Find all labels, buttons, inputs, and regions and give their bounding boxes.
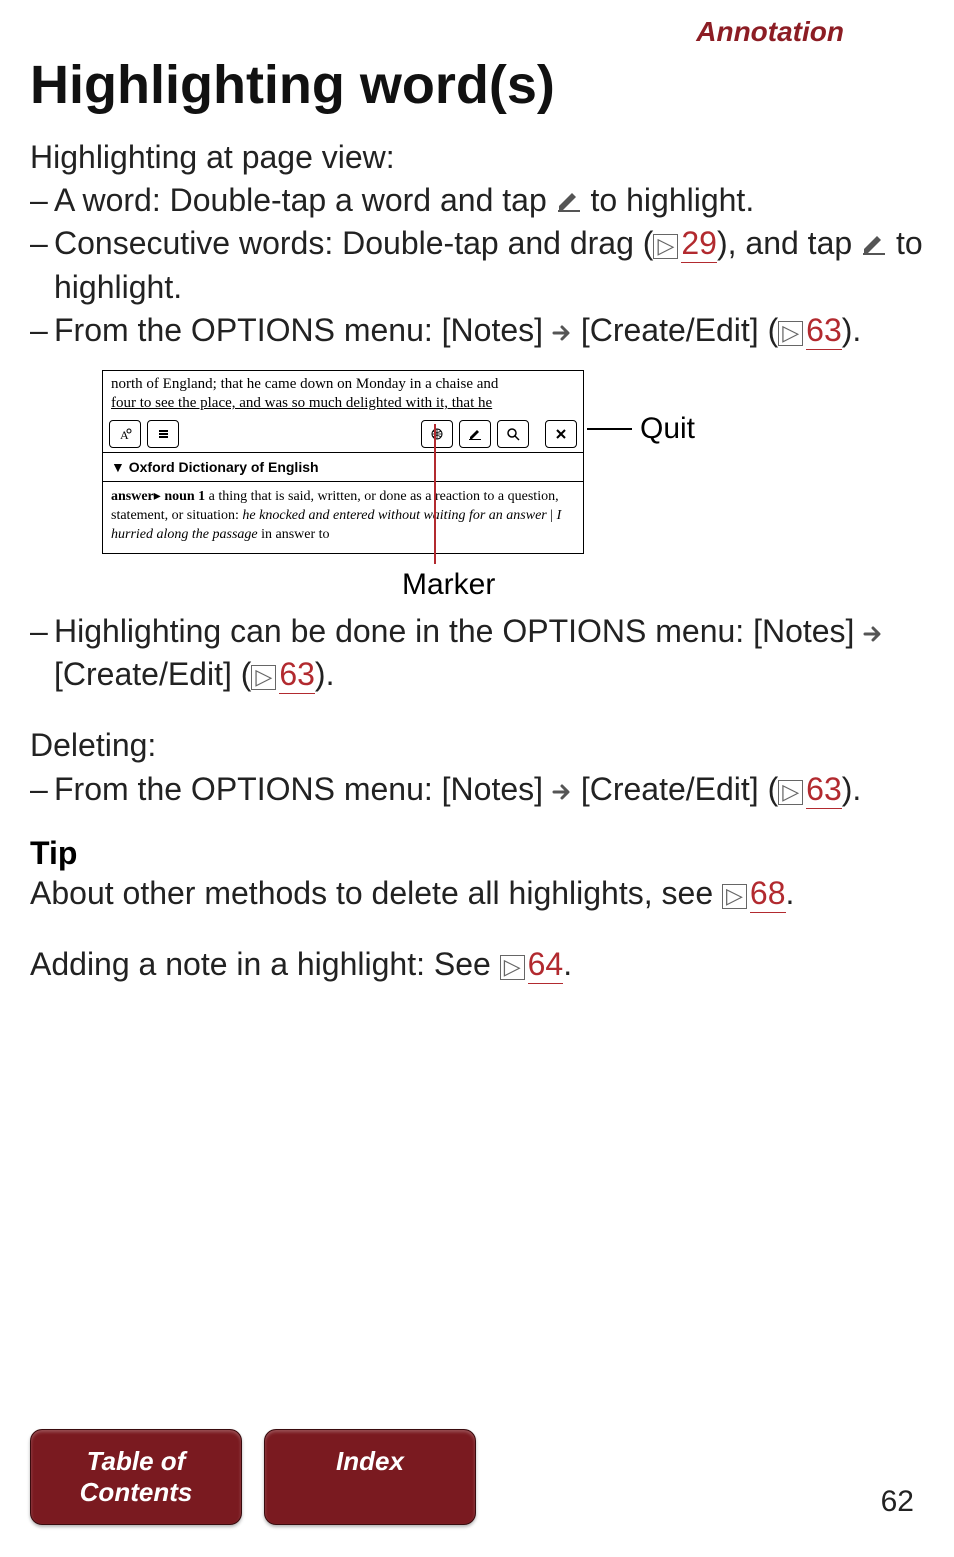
arrow-right-icon (863, 625, 883, 643)
callout-line (587, 428, 632, 430)
page-link-64[interactable]: 64 (528, 946, 564, 984)
dash: – (30, 768, 54, 811)
text: [Create/Edit] ( (581, 771, 778, 807)
marker-icon (861, 232, 887, 256)
marker-icon (556, 189, 582, 213)
index-button[interactable]: Index (264, 1429, 476, 1525)
toc-button[interactable]: Table of Contents (30, 1429, 242, 1525)
page-link-29[interactable]: 29 (681, 225, 717, 263)
text: ). (842, 312, 862, 348)
dash: – (30, 222, 54, 308)
bullet-consecutive: – Consecutive words: Double-tap and drag… (30, 222, 924, 308)
arrow-right-icon (552, 783, 572, 801)
text: About other methods to delete all highli… (30, 875, 722, 911)
def-tail: in answer to (258, 527, 330, 542)
bullet-delete-options: – From the OPTIONS menu: [Notes] [Create… (30, 768, 924, 811)
list-icon[interactable] (147, 420, 179, 448)
close-icon[interactable] (545, 420, 577, 448)
text: Highlighting can be done in the OPTIONS … (54, 613, 863, 649)
line2: four to see the place, and was so much d… (111, 395, 492, 411)
dictionary-definition: answer▸ noun 1 a thing that is said, wri… (103, 481, 583, 553)
text: ). (315, 656, 335, 692)
intro-text: Highlighting at page view: (30, 136, 924, 179)
pos: noun (161, 489, 198, 504)
globe-icon[interactable] (421, 420, 453, 448)
deleting-heading: Deleting: (30, 724, 924, 767)
callout-marker-line (434, 424, 436, 564)
tip-heading: Tip (30, 835, 924, 872)
page-title: Highlighting word(s) (30, 54, 924, 116)
text: . (786, 875, 795, 911)
text: Consecutive words: Double-tap and drag ( (54, 225, 653, 261)
text: From the OPTIONS menu: [Notes] (54, 771, 552, 807)
entry-word: answer (111, 489, 154, 504)
page-link-63[interactable]: 63 (806, 312, 842, 350)
example1: he knocked and entered without waiting f… (242, 508, 546, 523)
reader-toolbar: A (103, 416, 583, 452)
page-ref-icon: ▷ (251, 665, 276, 690)
page-link-63[interactable]: 63 (279, 656, 315, 694)
bottom-nav: Table of Contents Index (30, 1429, 476, 1525)
dash: – (30, 610, 54, 696)
page-ref-icon: ▷ (500, 955, 525, 980)
text: A word: Double-tap a word and tap (54, 182, 556, 218)
arrow-right-icon (552, 324, 572, 342)
text: ), and tap (717, 225, 861, 261)
dash: – (30, 179, 54, 222)
dash: – (30, 309, 54, 352)
highlight-marker-icon[interactable] (459, 420, 491, 448)
text: [Create/Edit] ( (54, 656, 251, 692)
page-link-63[interactable]: 63 (806, 771, 842, 809)
line1: north of England; that he came down on M… (111, 376, 498, 392)
dictionary-title[interactable]: Oxford Dictionary of English (103, 452, 583, 481)
bullet-options: – From the OPTIONS menu: [Notes] [Create… (30, 309, 924, 352)
sep: | (547, 508, 557, 523)
font-size-icon[interactable]: A (109, 420, 141, 448)
text: to highlight. (591, 182, 755, 218)
reader-screenshot: north of England; that he came down on M… (102, 370, 584, 554)
tip-text: About other methods to delete all highli… (30, 872, 924, 915)
search-icon[interactable] (497, 420, 529, 448)
callout-quit: Quit (587, 412, 695, 446)
page-ref-icon: ▷ (722, 884, 747, 909)
page-number: 62 (881, 1485, 914, 1519)
bullet-highlight-options: – Highlighting can be done in the OPTION… (30, 610, 924, 696)
page-ref-icon: ▷ (778, 321, 803, 346)
reader-figure: north of England; that he came down on M… (102, 370, 852, 600)
page-ref-icon: ▷ (653, 234, 678, 259)
page-link-68[interactable]: 68 (750, 875, 786, 913)
bullet-word: – A word: Double-tap a word and tap to h… (30, 179, 924, 222)
page-ref-icon: ▷ (778, 780, 803, 805)
reader-book-text: north of England; that he came down on M… (103, 371, 583, 416)
add-note-text: Adding a note in a highlight: See ▷64. (30, 943, 924, 986)
text: ). (842, 771, 862, 807)
callout-marker-label: Marker (402, 568, 495, 602)
callout-quit-label: Quit (640, 412, 695, 446)
text: From the OPTIONS menu: [Notes] (54, 312, 552, 348)
section-header: Annotation (30, 10, 924, 48)
text: . (563, 946, 572, 982)
text: Adding a note in a highlight: See (30, 946, 500, 982)
text: [Create/Edit] ( (581, 312, 778, 348)
